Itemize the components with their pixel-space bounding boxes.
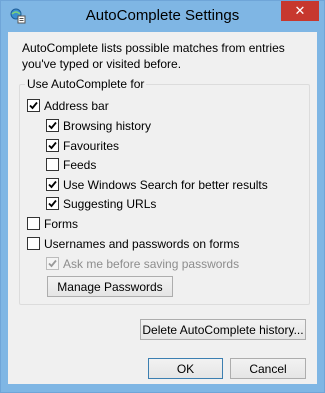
checkmark-icon (48, 259, 57, 268)
checkbox-label: Suggesting URLs (63, 197, 157, 211)
checkbox-label: Usernames and passwords on forms (44, 237, 240, 251)
cancel-button[interactable]: Cancel (230, 358, 306, 379)
dialog-window: AutoComplete Settings ✕ AutoComplete lis… (0, 0, 325, 393)
checkmark-icon (29, 101, 38, 110)
checkbox-box (46, 257, 59, 270)
checkbox-box[interactable] (46, 139, 59, 152)
checkbox-label: Browsing history (63, 119, 152, 133)
manage-passwords-button[interactable]: Manage Passwords (47, 276, 173, 297)
checkbox-label: Feeds (63, 158, 97, 172)
checkbox-box[interactable] (46, 178, 59, 191)
checkbox-label: Favourites (63, 139, 120, 153)
checkmark-icon (48, 199, 57, 208)
checkmark-icon (48, 141, 57, 150)
ok-button[interactable]: OK (148, 358, 223, 379)
checkbox-label: Ask me before saving passwords (63, 257, 240, 271)
checkbox-box[interactable] (46, 119, 59, 132)
window-title: AutoComplete Settings (85, 7, 240, 24)
checkbox-box[interactable] (27, 237, 40, 250)
title-bar[interactable]: AutoComplete Settings ✕ (1, 1, 324, 33)
dialog-client-area: AutoComplete lists possible matches from… (8, 32, 317, 384)
intro-text: AutoComplete lists possible matches from… (22, 41, 285, 71)
checkmark-icon (48, 180, 57, 189)
group-label: Use AutoComplete for (25, 77, 147, 91)
checkbox-box[interactable] (27, 217, 40, 230)
close-button[interactable]: ✕ (281, 1, 319, 21)
checkbox-box[interactable] (46, 158, 59, 171)
checkbox-box[interactable] (27, 99, 40, 112)
checkbox-label: Forms (44, 217, 78, 231)
delete-autocomplete-history-button[interactable]: Delete AutoComplete history... (140, 319, 306, 340)
checkbox-label: Use Windows Search for better results (63, 178, 268, 192)
close-icon: ✕ (294, 3, 306, 18)
checkbox-box[interactable] (46, 197, 59, 210)
checkbox-label: Address bar (44, 99, 109, 113)
checkmark-icon (48, 121, 57, 130)
use-autocomplete-group: Use AutoComplete for Address bar Browsin… (19, 77, 310, 305)
